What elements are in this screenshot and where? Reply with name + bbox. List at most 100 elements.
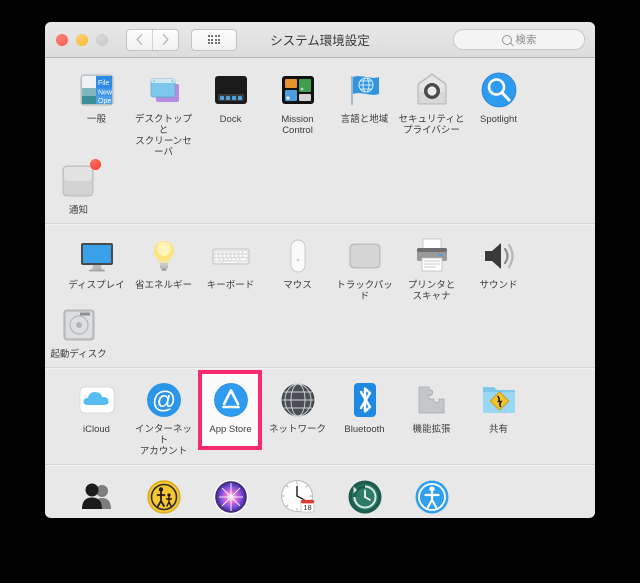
search-icon — [501, 34, 512, 45]
svg-text:New: New — [98, 90, 113, 97]
svg-text:@: @ — [151, 387, 175, 414]
pref-pane-label: デスクトップと スクリーンセーバ — [134, 114, 192, 158]
pref-pane-label: ディスプレイ — [68, 280, 125, 291]
preference-panes-grid: File New Ope 一般 デスクトップと スクリーンセーバ Dock Mi… — [45, 58, 595, 517]
pref-pane-energy-saver[interactable]: 省エネルギー — [130, 233, 197, 302]
pref-pane-label: サウンド — [479, 280, 518, 291]
pref-pane-label: App Store — [209, 424, 252, 435]
security-privacy-icon — [412, 70, 452, 110]
app-store-icon — [211, 380, 251, 420]
pref-pane-label: Spotlight — [480, 114, 517, 125]
network-icon — [278, 380, 318, 420]
pref-pane-label: 省エネルギー — [134, 280, 192, 291]
pref-pane-sharing[interactable]: 共有 — [465, 377, 532, 457]
pref-pane-accessibility[interactable]: アクセシ ビリティ — [398, 474, 465, 518]
pref-pane-general[interactable]: File New Ope 一般 — [63, 67, 130, 158]
notification-badge — [89, 159, 101, 170]
svg-text:18: 18 — [303, 503, 311, 512]
zoom-button[interactable] — [96, 33, 108, 46]
pref-pane-icloud[interactable]: iCloud — [63, 377, 130, 457]
pref-pane-app-store[interactable]: App Store — [197, 370, 264, 457]
pref-pane-label: 一般 — [86, 114, 106, 125]
printers-scanners-icon — [412, 236, 452, 276]
pref-pane-dock[interactable]: Dock — [197, 67, 264, 158]
pref-pane-startup-disk[interactable]: 起動ディスク — [45, 302, 112, 360]
parental-controls-icon — [144, 477, 184, 517]
mission-control-icon — [278, 70, 318, 110]
mouse-icon — [278, 236, 318, 276]
pref-pane-parental-controls[interactable]: ペアレンタル コントロール — [130, 474, 197, 518]
general-icon: File New Ope — [77, 70, 117, 110]
forward-button[interactable] — [152, 29, 178, 50]
pref-pane-bluetooth[interactable]: Bluetooth — [331, 377, 398, 457]
pref-pane-extensions[interactable]: 機能拡張 — [398, 377, 465, 457]
siri-icon — [211, 477, 251, 517]
pref-pane-mission-control[interactable]: Mission Control — [264, 67, 331, 158]
pref-pane-label: 言語と地域 — [340, 114, 389, 125]
internet-accounts-icon: @ — [144, 380, 184, 420]
spotlight-icon — [479, 70, 519, 110]
pref-pane-label: プリンタと スキャナ — [407, 280, 456, 302]
search-input[interactable]: 検索 — [453, 29, 585, 50]
pref-pane-keyboard[interactable]: キーボード — [197, 233, 264, 302]
accessibility-icon — [412, 477, 452, 517]
pref-pane-users-groups[interactable]: ユーザと グループ — [63, 474, 130, 518]
pref-pane-label: トラックパッド — [336, 280, 393, 302]
extensions-icon — [412, 380, 452, 420]
pref-pane-label: 共有 — [488, 424, 508, 435]
back-button[interactable] — [127, 30, 152, 50]
dock-icon — [211, 70, 251, 110]
pref-pane-label: Bluetooth — [344, 424, 385, 435]
pane-row: File New Ope 一般 デスクトップと スクリーンセーバ Dock Mi… — [45, 58, 595, 224]
date-time-icon: 18 — [278, 477, 318, 517]
pref-pane-siri[interactable]: Siri — [197, 474, 264, 518]
pref-pane-label: インターネット アカウント — [134, 424, 192, 457]
pref-pane-label: セキュリティと プライバシー — [398, 114, 465, 136]
pref-pane-sound[interactable]: サウンド — [465, 233, 532, 302]
time-machine-icon — [345, 477, 385, 517]
pref-pane-label: Dock — [219, 114, 242, 125]
svg-text:File: File — [98, 80, 109, 87]
pref-pane-spotlight[interactable]: Spotlight — [465, 67, 532, 158]
trackpad-icon — [345, 236, 385, 276]
pref-pane-security-privacy[interactable]: セキュリティと プライバシー — [398, 67, 465, 158]
pref-pane-printers-scanners[interactable]: プリンタと スキャナ — [398, 233, 465, 302]
svg-text:Ope: Ope — [98, 98, 111, 105]
navigation-segmented-control — [126, 28, 179, 51]
bluetooth-icon — [345, 380, 385, 420]
pane-row: ユーザと グループ ペアレンタル コントロール — [45, 465, 595, 518]
pref-pane-desktop-screensaver[interactable]: デスクトップと スクリーンセーバ — [130, 67, 197, 158]
pref-pane-label: 起動ディスク — [50, 349, 107, 360]
desktop-screensaver-icon — [144, 70, 184, 110]
pref-pane-date-time[interactable]: 18 日付と時刻 — [264, 474, 331, 518]
minimize-button[interactable] — [76, 33, 88, 46]
pref-pane-internet-accounts[interactable]: @ インターネット アカウント — [130, 377, 197, 457]
pref-pane-label: 機能拡張 — [412, 424, 451, 435]
pref-pane-displays[interactable]: ディスプレイ — [63, 233, 130, 302]
pref-pane-label: 通知 — [68, 205, 88, 216]
notifications-icon — [59, 159, 101, 201]
grid-icon — [207, 35, 221, 44]
startup-disk-icon — [59, 305, 99, 345]
pref-pane-network[interactable]: ネットワーク — [264, 377, 331, 457]
keyboard-icon — [211, 236, 251, 276]
users-groups-icon — [77, 477, 117, 517]
close-button[interactable] — [56, 33, 68, 46]
sharing-icon — [479, 380, 519, 420]
energy-saver-icon — [144, 236, 184, 276]
pref-pane-language-region[interactable]: 言語と地域 — [331, 67, 398, 158]
sound-icon — [479, 236, 519, 276]
show-all-button[interactable] — [191, 28, 237, 51]
pref-pane-label: Mission Control — [281, 114, 314, 136]
system-preferences-window: システム環境設定 検索 File New Ope 一般 デスクトップと スクリー… — [45, 22, 595, 518]
pane-row: iCloud @ インターネット アカウント App Store ネットワーク … — [45, 368, 595, 465]
pref-pane-mouse[interactable]: マウス — [264, 233, 331, 302]
pref-pane-trackpad[interactable]: トラックパッド — [331, 233, 398, 302]
icloud-icon — [77, 380, 117, 420]
window-titlebar: システム環境設定 検索 — [45, 22, 595, 58]
pane-row: ディスプレイ 省エネルギー キーボード マウス トラックパッド プリンタと スキ… — [45, 224, 595, 368]
pref-pane-time-machine[interactable]: Time Machine — [331, 474, 398, 518]
pref-pane-label: キーボード — [206, 280, 255, 291]
pref-pane-label: ネットワーク — [268, 424, 326, 435]
pref-pane-notifications[interactable]: 通知 — [45, 158, 112, 216]
